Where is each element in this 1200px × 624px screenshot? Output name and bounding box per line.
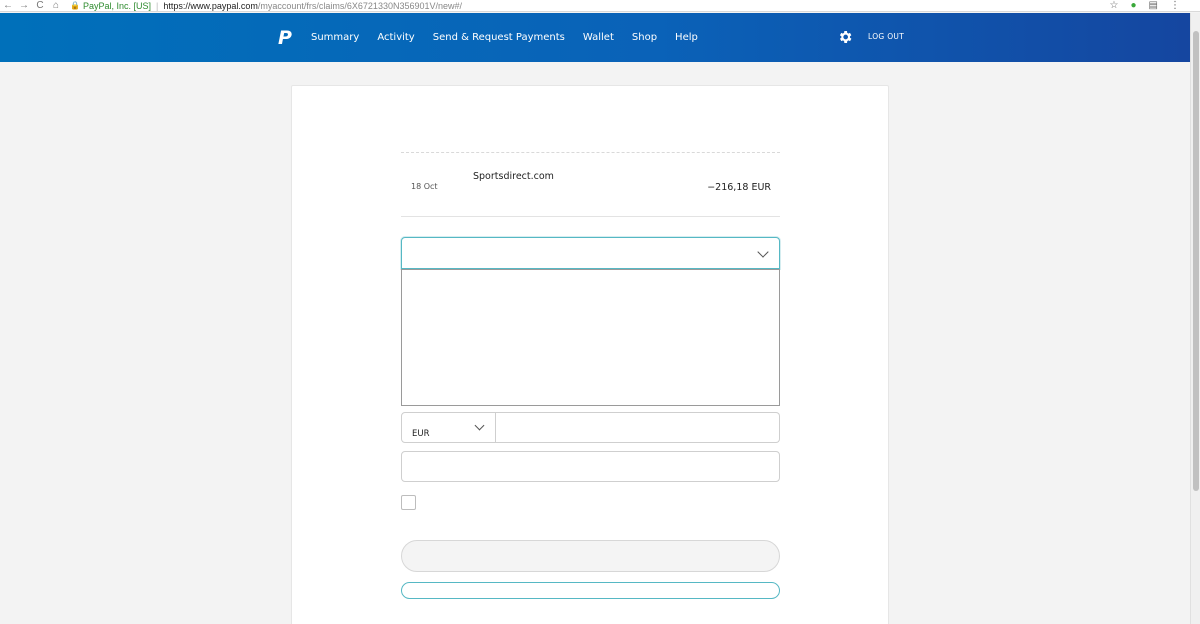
- chevron-down-icon: [474, 420, 485, 431]
- nav-shop[interactable]: Shop: [632, 32, 657, 43]
- nav-help[interactable]: Help: [675, 32, 698, 43]
- paypal-header: P Summary Activity Send & Request Paymen…: [0, 13, 1190, 62]
- bookmark-star-icon[interactable]: ☆: [1110, 0, 1119, 12]
- nav-send-request[interactable]: Send & Request Payments: [433, 32, 565, 43]
- chevron-down-icon: [757, 246, 769, 258]
- back-icon[interactable]: ←: [0, 0, 16, 12]
- currency-dropdown[interactable]: EUR: [401, 412, 496, 443]
- url-path[interactable]: /myaccount/frs/claims/6X6721330N356901V/…: [258, 1, 462, 11]
- transaction-amount: −216,18 EUR: [707, 182, 771, 193]
- extension-icon[interactable]: ●: [1131, 0, 1137, 12]
- agreement-checkbox[interactable]: [401, 495, 416, 510]
- description-textarea[interactable]: [401, 269, 780, 406]
- nav-activity[interactable]: Activity: [377, 32, 414, 43]
- site-identity: PayPal, Inc. [US]: [82, 0, 151, 11]
- page-scrollbar[interactable]: [1190, 13, 1200, 624]
- scrollbar-thumb[interactable]: [1193, 31, 1199, 491]
- browser-address-bar: ← → C ⌂ 🔒 PayPal, Inc. [US] | https://ww…: [0, 0, 1200, 12]
- menu-icon[interactable]: ⋮: [1170, 0, 1180, 12]
- nav-summary[interactable]: Summary: [311, 32, 359, 43]
- reload-icon[interactable]: C: [32, 0, 48, 12]
- transaction-date: 18 Oct: [411, 182, 438, 191]
- transaction-row: 18 Oct Sportsdirect.com −216,18 EUR: [401, 152, 780, 217]
- url-separator: |: [156, 0, 159, 11]
- reader-icon[interactable]: ▤: [1149, 0, 1158, 12]
- main-nav: Summary Activity Send & Request Payments…: [311, 13, 716, 62]
- reason-dropdown[interactable]: [401, 237, 780, 269]
- lock-icon: 🔒: [70, 1, 80, 10]
- url-host[interactable]: https://www.paypal.com: [163, 1, 258, 11]
- transaction-merchant: Sportsdirect.com: [473, 171, 554, 182]
- forward-icon[interactable]: →: [16, 0, 32, 12]
- home-icon[interactable]: ⌂: [48, 0, 64, 12]
- logout-link[interactable]: LOG OUT: [868, 32, 904, 41]
- nav-wallet[interactable]: Wallet: [583, 32, 614, 43]
- browser-toolbar-icons: ☆ ● ▤ ⋮: [1110, 0, 1180, 12]
- continue-button[interactable]: [401, 540, 780, 572]
- paypal-logo-icon[interactable]: P: [278, 28, 294, 48]
- claim-form-card: 18 Oct Sportsdirect.com −216,18 EUR EUR: [291, 85, 889, 624]
- secondary-button[interactable]: [401, 582, 780, 599]
- amount-input[interactable]: [496, 412, 780, 443]
- gear-icon[interactable]: [837, 29, 853, 45]
- text-input[interactable]: [401, 451, 780, 482]
- currency-value: EUR: [412, 429, 430, 439]
